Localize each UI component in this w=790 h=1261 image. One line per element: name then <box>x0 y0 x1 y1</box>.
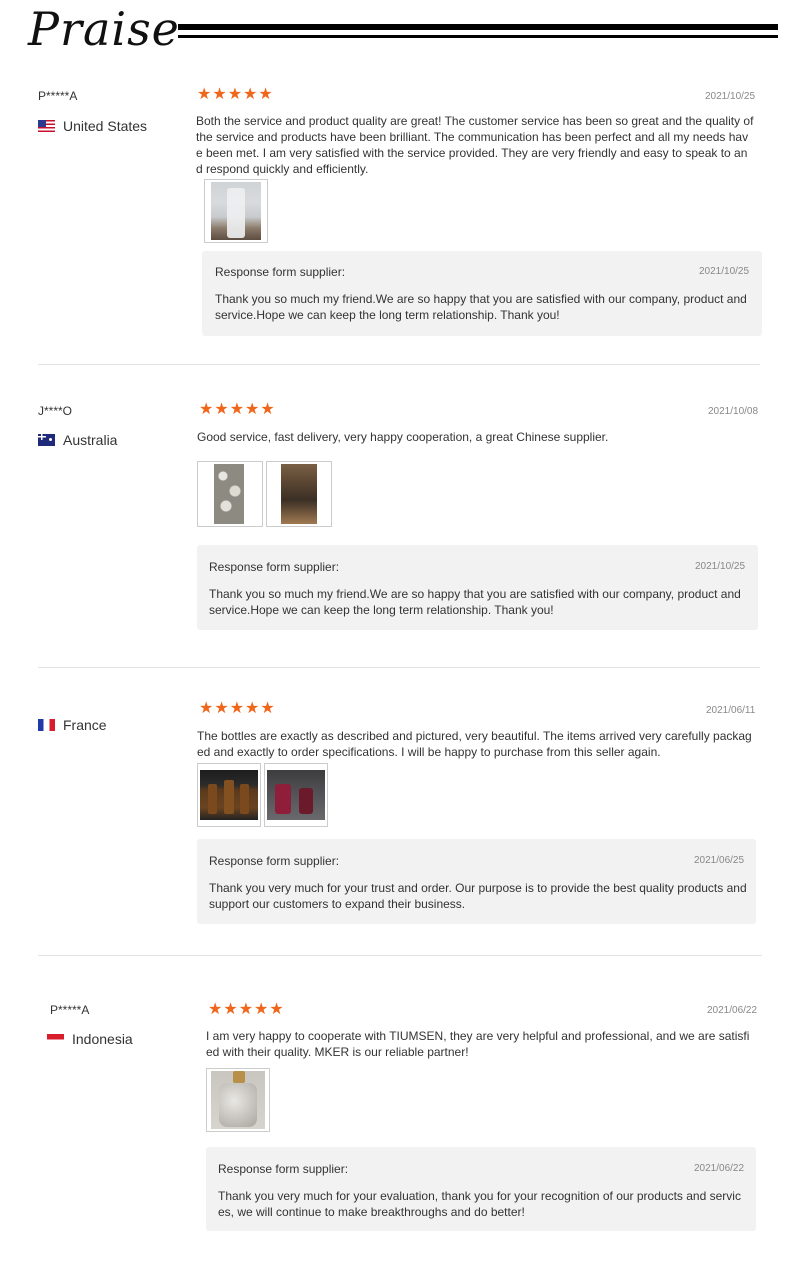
response-text: Thank you so much my friend.We are so ha… <box>209 587 741 617</box>
response-date: 2021/06/25 <box>694 855 745 866</box>
review-photo[interactable] <box>206 1068 270 1132</box>
country-label: United States <box>63 118 148 134</box>
star-icon: ★ <box>260 700 275 717</box>
review-text: The bottles are exactly as described and… <box>197 729 752 759</box>
response-text: Thank you so much my friend.We are so ha… <box>215 292 747 322</box>
review-photo[interactable] <box>266 461 332 527</box>
star-icon: ★ <box>260 401 275 418</box>
supplier-response: Response form supplier: 2021/10/25 Thank… <box>202 251 762 336</box>
response-date: 2021/10/25 <box>699 266 750 277</box>
review-photo[interactable] <box>197 461 263 527</box>
review-text: I am very happy to cooperate with TIUMSE… <box>206 1029 750 1059</box>
supplier-response: Response form supplier: 2021/06/22 Thank… <box>206 1147 756 1231</box>
review-date: 2021/10/08 <box>708 406 759 417</box>
country-label: Indonesia <box>72 1031 133 1047</box>
star-rating: ★ ★ ★ ★ ★ <box>199 402 275 418</box>
star-icon: ★ <box>197 86 212 103</box>
review-photo[interactable] <box>204 179 268 243</box>
reviewer-country: Indonesia <box>47 1031 133 1047</box>
star-rating: ★ ★ ★ ★ ★ <box>197 87 273 103</box>
header-rule-thick <box>178 24 778 30</box>
review-divider <box>38 955 762 956</box>
response-label: Response form supplier: <box>218 1162 349 1176</box>
response-date: 2021/10/25 <box>695 561 746 572</box>
response-label: Response form supplier: <box>209 854 340 868</box>
star-icon: ★ <box>245 401 260 418</box>
star-icon: ★ <box>245 700 260 717</box>
reviewer-country: France <box>38 717 107 733</box>
header-rule-thin <box>178 35 778 38</box>
star-icon: ★ <box>212 86 227 103</box>
star-icon: ★ <box>258 86 273 103</box>
page-title: Praise <box>28 2 180 56</box>
supplier-response: Response form supplier: 2021/10/25 Thank… <box>197 545 758 630</box>
reviewer-name: P*****A <box>50 1003 90 1017</box>
reviewer-name: P*****A <box>38 89 78 103</box>
response-label: Response form supplier: <box>215 265 346 279</box>
review-photo[interactable] <box>264 763 328 827</box>
star-icon: ★ <box>269 1001 284 1018</box>
star-icon: ★ <box>208 1001 223 1018</box>
review-text: Good service, fast delivery, very happy … <box>197 430 609 444</box>
response-date: 2021/06/22 <box>694 1163 745 1174</box>
star-icon: ★ <box>223 1001 238 1018</box>
star-icon: ★ <box>214 700 229 717</box>
star-icon: ★ <box>199 401 214 418</box>
star-icon: ★ <box>227 86 243 103</box>
star-icon: ★ <box>254 1001 269 1018</box>
review-text: Both the service and product quality are… <box>196 114 754 176</box>
us-flag-icon <box>38 120 55 132</box>
star-icon: ★ <box>238 1001 254 1018</box>
review-divider <box>38 667 760 668</box>
star-rating: ★ ★ ★ ★ ★ <box>199 701 275 717</box>
au-flag-icon <box>38 434 55 446</box>
review-photo[interactable] <box>197 763 261 827</box>
star-icon: ★ <box>214 401 229 418</box>
response-label: Response form supplier: <box>209 560 340 574</box>
star-icon: ★ <box>229 401 245 418</box>
id-flag-icon <box>47 1033 64 1045</box>
reviewer-country: United States <box>38 118 147 134</box>
fr-flag-icon <box>38 719 55 731</box>
response-text: Thank you very much for your evaluation,… <box>218 1189 741 1219</box>
reviewer-country: Australia <box>38 432 117 448</box>
supplier-response: Response form supplier: 2021/06/25 Thank… <box>197 839 756 924</box>
review-divider <box>38 364 760 365</box>
star-icon: ★ <box>229 700 245 717</box>
country-label: Australia <box>63 432 118 448</box>
star-icon: ★ <box>199 700 214 717</box>
country-label: France <box>63 717 107 733</box>
reviewer-name: J****O <box>38 404 73 418</box>
review-date: 2021/06/11 <box>706 705 756 716</box>
star-rating: ★ ★ ★ ★ ★ <box>208 1002 284 1018</box>
response-text: Thank you very much for your trust and o… <box>209 881 747 911</box>
review-date: 2021/06/22 <box>707 1005 758 1016</box>
review-date: 2021/10/25 <box>705 91 756 102</box>
star-icon: ★ <box>243 86 258 103</box>
